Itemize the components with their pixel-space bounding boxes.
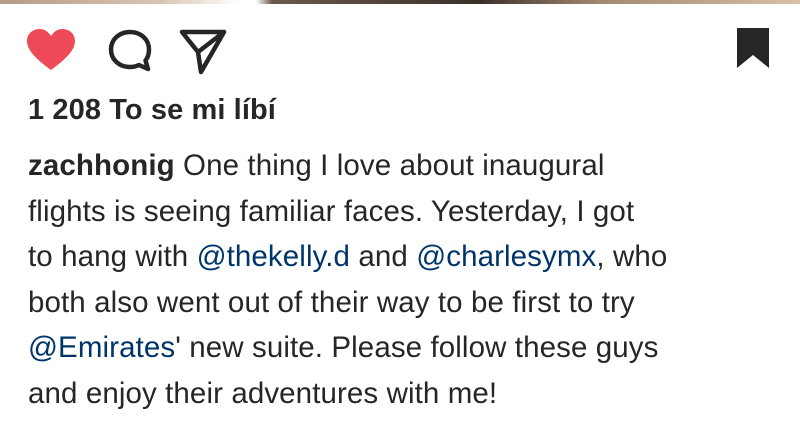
mention-link-charlesymx[interactable]: @charlesymx: [416, 240, 596, 273]
caption-text: and: [350, 240, 417, 273]
bookmark-icon[interactable]: [735, 26, 771, 70]
heart-icon[interactable]: [26, 28, 76, 72]
caption-text: ' new suite. Please follow these guys: [175, 331, 659, 364]
caption-text: One thing I love about inaugural: [174, 149, 605, 182]
caption-line: flights is seeing familiar faces. Yester…: [28, 194, 635, 228]
username-link[interactable]: zachhonig: [28, 149, 175, 182]
caption-text: to hang with: [28, 240, 197, 273]
post-image-edge: [0, 0, 800, 4]
post-caption: zachhonig One thing I love about inaugur…: [28, 143, 788, 416]
caption-line: to hang with @thekelly.d and @charlesymx…: [28, 234, 788, 280]
likes-count[interactable]: 1 208 To se mi líbí: [28, 94, 276, 127]
comment-icon[interactable]: [106, 28, 154, 74]
mention-link-emirates[interactable]: @Emirates: [28, 331, 175, 364]
mention-link-thekelly[interactable]: @thekelly.d: [197, 240, 350, 273]
caption-line: @Emirates' new suite. Please follow thes…: [28, 325, 788, 371]
caption-line: zachhonig One thing I love about inaugur…: [28, 143, 788, 189]
share-icon[interactable]: [178, 26, 228, 76]
caption-text: , who: [596, 240, 668, 273]
caption-line: and enjoy their adventures with me!: [28, 376, 498, 410]
caption-line: both also went out of their way to be fi…: [28, 285, 635, 319]
post-action-bar: [0, 18, 800, 78]
